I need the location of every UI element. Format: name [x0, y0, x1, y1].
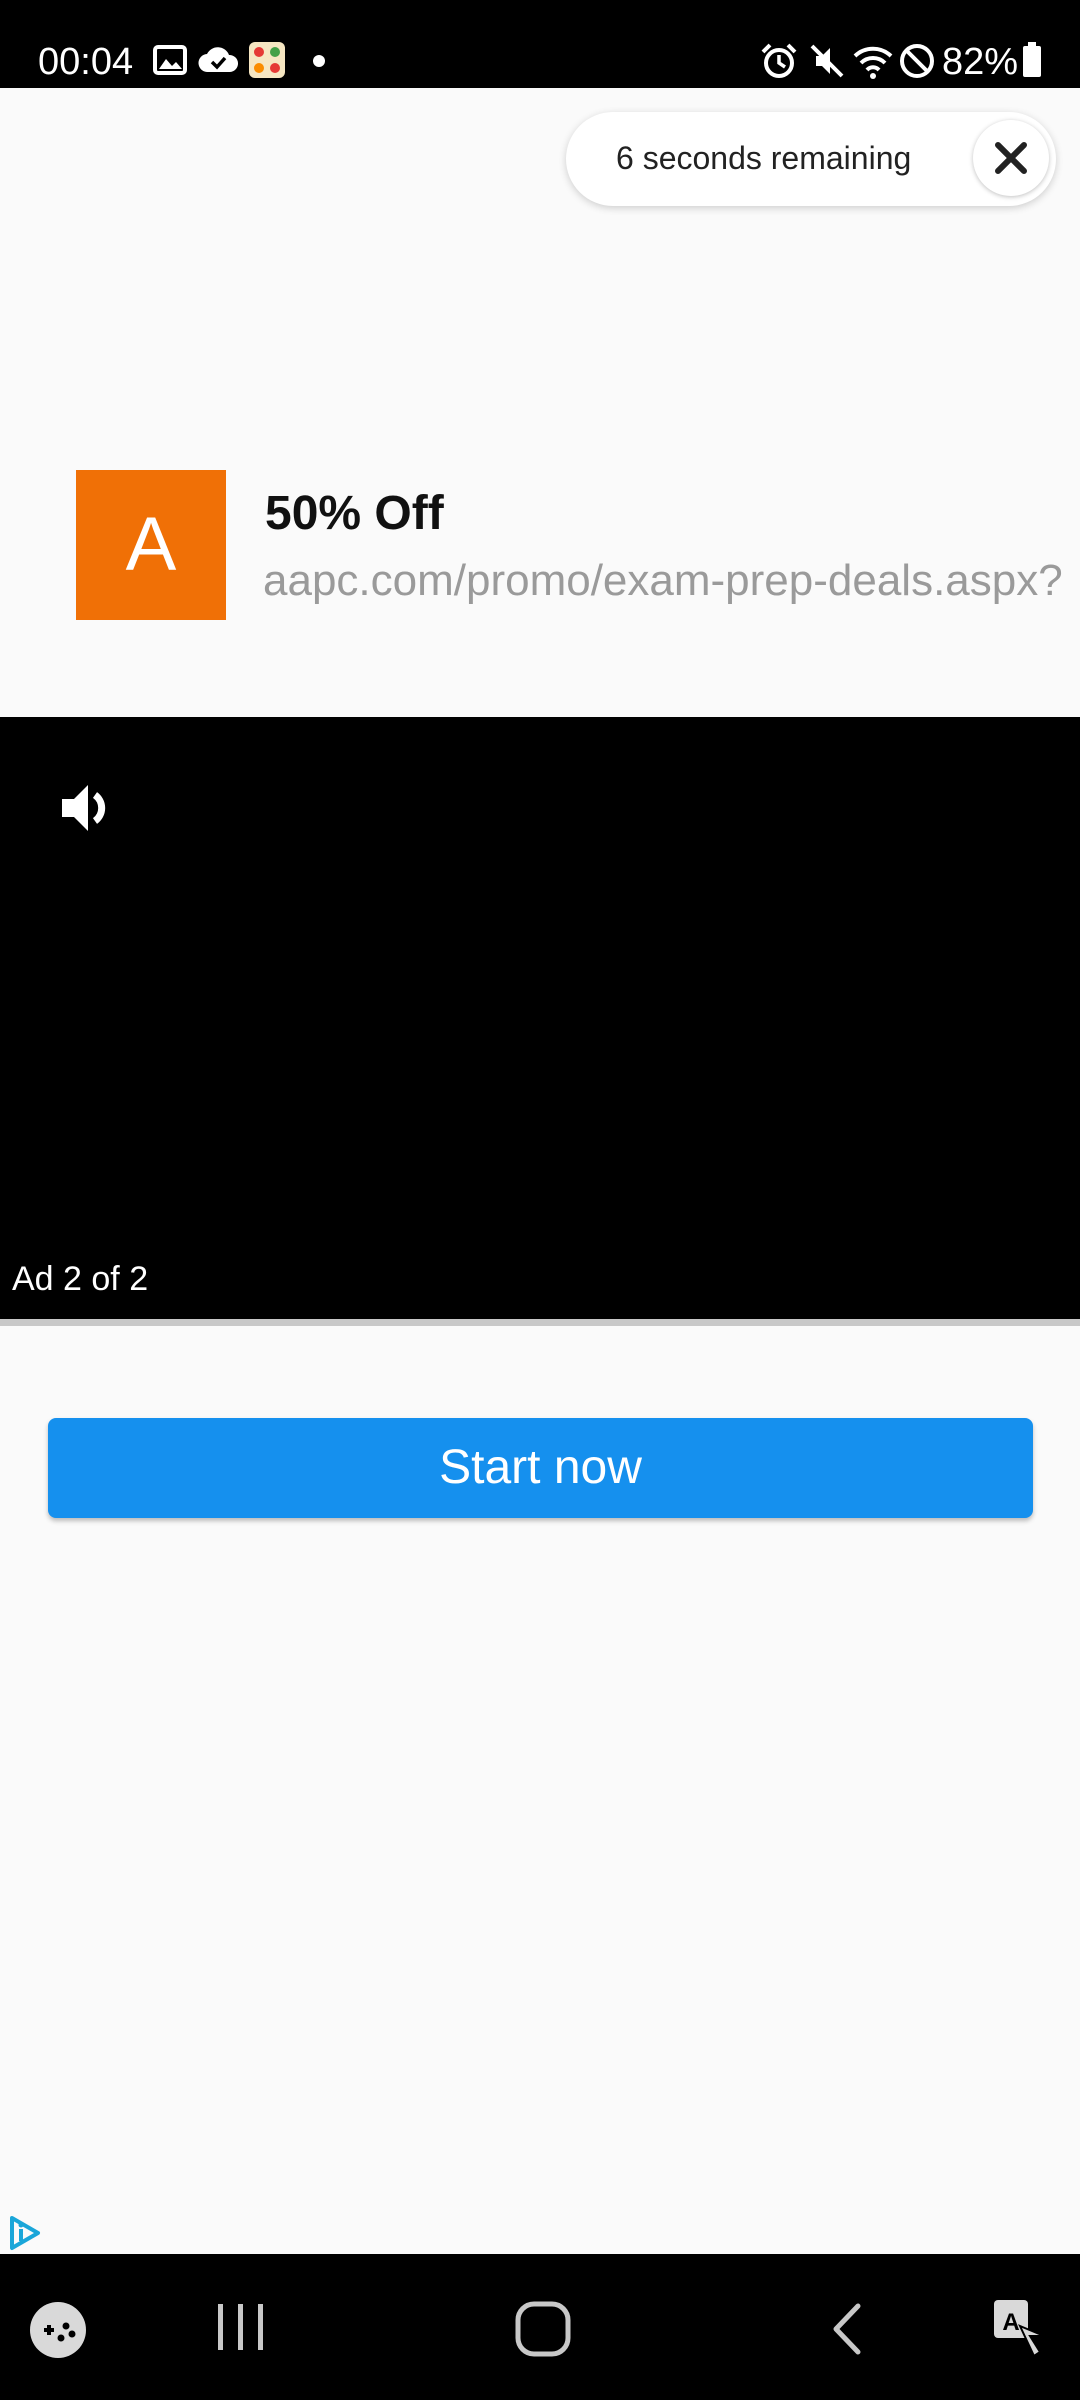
cloud-check-icon: [198, 47, 238, 73]
video-progress-bar: [0, 1319, 1080, 1326]
close-icon: [995, 142, 1027, 174]
adchoices-icon[interactable]: [8, 2214, 42, 2252]
status-bar: 00:04 82%: [0, 0, 1080, 88]
back-icon[interactable]: [826, 2302, 866, 2356]
advertiser-logo[interactable]: A: [76, 470, 226, 620]
ad-headline[interactable]: 50% Off: [265, 484, 444, 544]
alarm-icon: [761, 43, 797, 78]
close-button[interactable]: [973, 120, 1049, 196]
svg-text:A: A: [1002, 2309, 1019, 2336]
app-notification-icon: [249, 42, 285, 78]
do-not-disturb-icon: [900, 44, 934, 78]
recent-apps-icon[interactable]: [212, 2302, 270, 2352]
video-player[interactable]: Ad 2 of 2: [0, 717, 1080, 1319]
home-icon[interactable]: [514, 2300, 572, 2358]
game-launcher-icon[interactable]: [28, 2300, 88, 2360]
battery-icon: [1023, 42, 1041, 77]
battery-percentage: 82%: [942, 41, 1019, 83]
start-now-button[interactable]: Start now: [48, 1418, 1033, 1518]
dot-icon: [313, 55, 325, 67]
gallery-icon: [153, 45, 187, 75]
ad-counter: Ad 2 of 2: [12, 1260, 149, 1298]
mute-icon: [810, 44, 844, 78]
countdown-pill: 6 seconds remaining: [566, 112, 1056, 206]
wifi-icon: [853, 46, 893, 79]
status-time: 00:04: [38, 41, 134, 83]
volume-icon[interactable]: [58, 777, 120, 839]
accessibility-icon[interactable]: A: [990, 2296, 1050, 2360]
navigation-bar: A: [0, 2254, 1080, 2400]
countdown-text: 6 seconds remaining: [616, 140, 912, 176]
ad-url[interactable]: aapc.com/promo/exam-prep-deals.aspx?: [263, 552, 1080, 610]
